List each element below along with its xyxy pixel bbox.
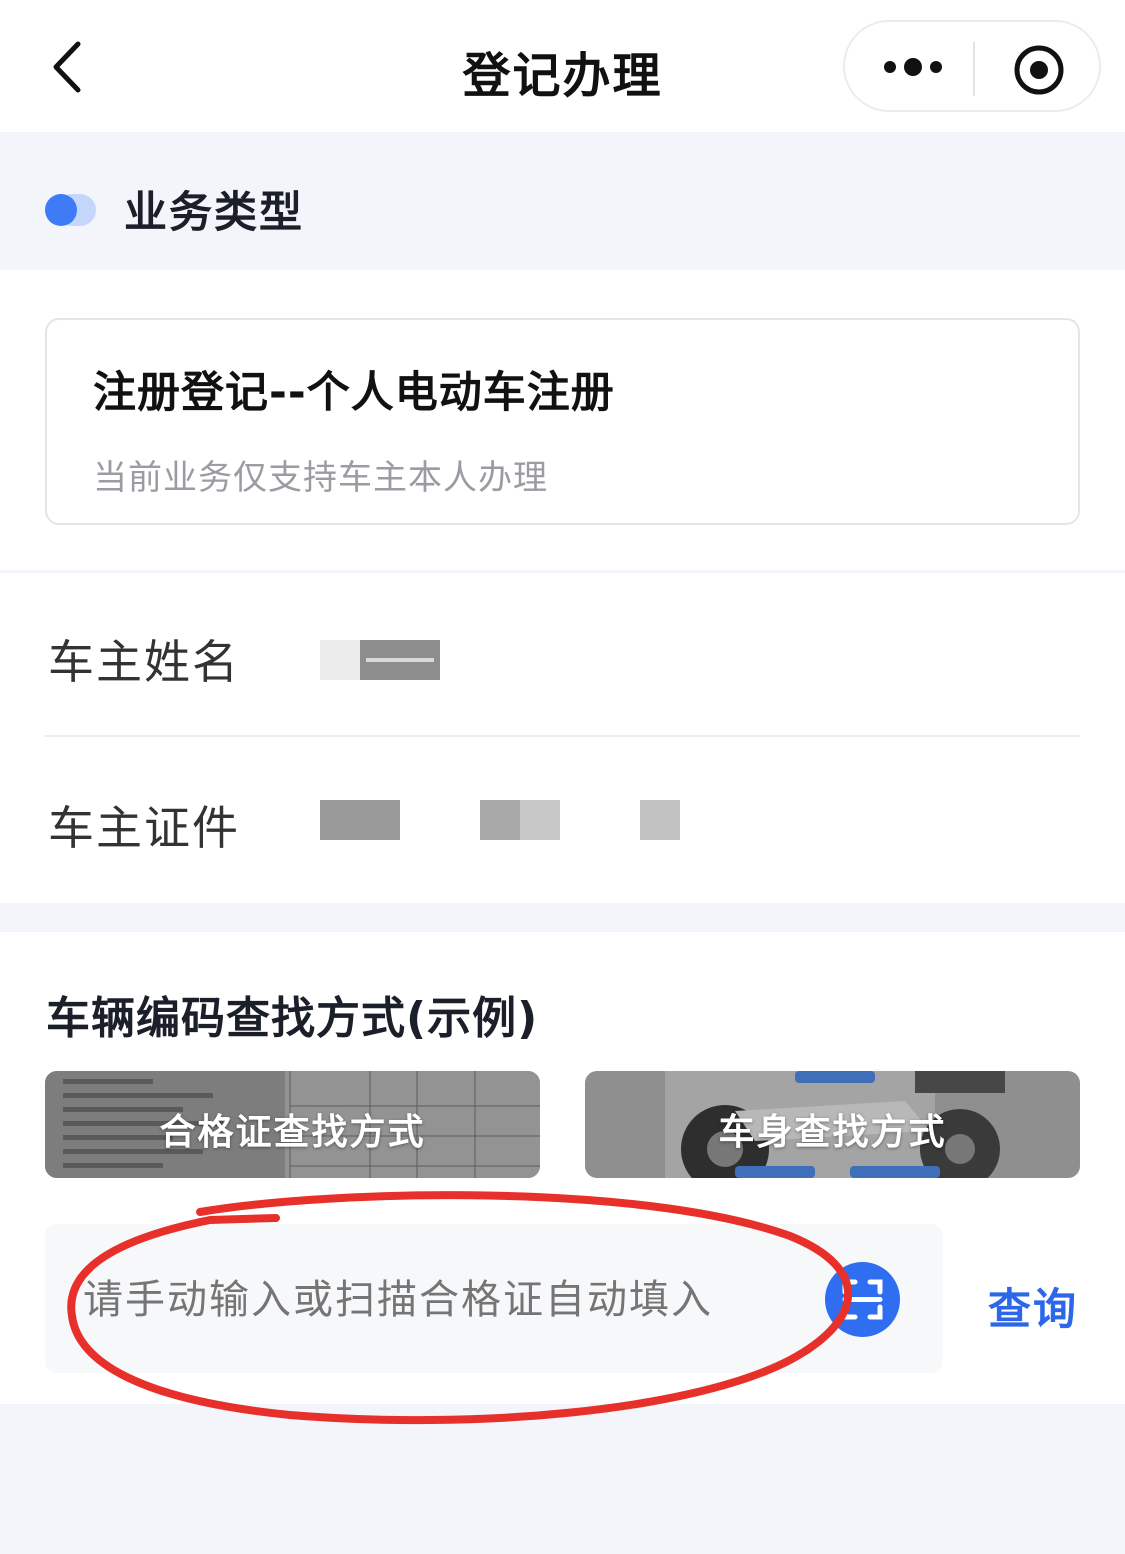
vehicle-code-input-box — [45, 1224, 943, 1373]
business-type-title: 业务类型 — [124, 188, 304, 238]
scan-button[interactable] — [825, 1262, 900, 1337]
query-button[interactable]: 查询 — [988, 1275, 1078, 1337]
service-card-title: 注册登记--个人电动车注册 — [93, 368, 615, 418]
service-card-subtitle: 当前业务仅支持车主本人办理 — [93, 458, 548, 498]
nav-bar: 登记办理 — [0, 0, 1125, 132]
vehicle-code-input[interactable] — [81, 1276, 805, 1324]
body-guide-label: 车身查找方式 — [718, 1112, 947, 1153]
more-dots-icon — [884, 58, 942, 76]
owner-name-label: 车主姓名 — [48, 635, 240, 689]
section-marker-dot — [45, 194, 77, 226]
certificate-guide-card[interactable]: 合格证查找方式 — [45, 1071, 540, 1178]
miniprogram-capsule — [843, 20, 1101, 112]
body-guide-card[interactable]: 车身查找方式 — [585, 1071, 1080, 1178]
row-divider — [45, 735, 1080, 737]
service-card[interactable]: 注册登记--个人电动车注册 当前业务仅支持车主本人办理 — [45, 318, 1080, 525]
scan-icon — [842, 1279, 883, 1320]
vehicle-code-title: 车辆编码查找方式(示例) — [46, 993, 539, 1044]
certificate-guide-label: 合格证查找方式 — [159, 1112, 426, 1153]
target-icon — [1014, 45, 1064, 95]
close-miniprogram-button[interactable] — [1013, 44, 1065, 96]
more-button[interactable] — [883, 52, 943, 82]
owner-id-label: 车主证件 — [48, 801, 240, 855]
capsule-divider — [973, 42, 975, 96]
